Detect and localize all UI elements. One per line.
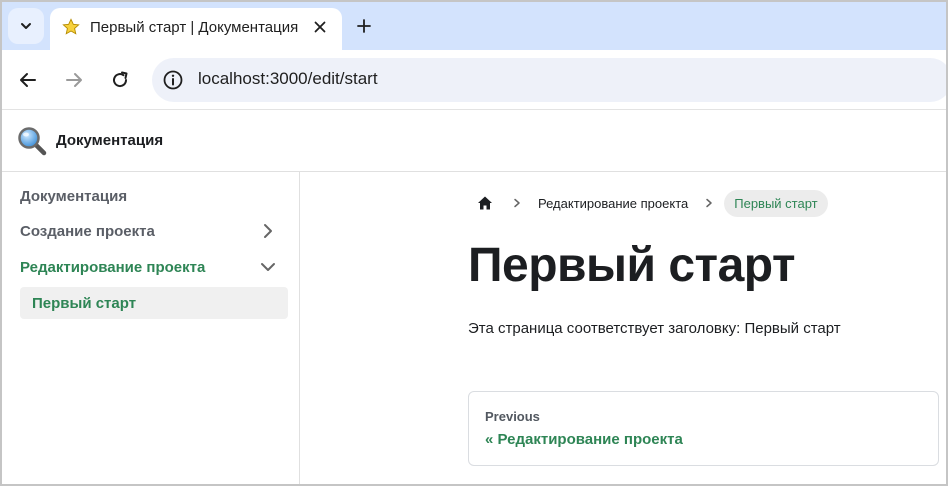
- magnifier-logo-icon[interactable]: [17, 126, 47, 156]
- plus-icon: [357, 19, 371, 33]
- breadcrumb-separator: [502, 188, 532, 218]
- tab-close-button[interactable]: [310, 17, 330, 37]
- url-text: localhost:3000/edit/start: [198, 69, 378, 88]
- chevron-down-icon: [21, 23, 31, 29]
- reload-icon: [113, 71, 128, 88]
- page-title: Первый старт: [468, 239, 795, 292]
- sidebar-item-edit-project[interactable]: Редактирование проекта: [20, 251, 288, 283]
- info-icon[interactable]: [162, 69, 184, 91]
- sidebar-item-create-project[interactable]: Создание проекта: [20, 215, 288, 247]
- chevron-down-icon[interactable]: [258, 257, 278, 277]
- breadcrumb-home-link[interactable]: [468, 188, 502, 218]
- chevron-right-icon[interactable]: [258, 221, 278, 241]
- breadcrumb-current: Первый старт: [724, 189, 828, 217]
- browser-toolbar: localhost:3000/edit/start: [2, 50, 946, 110]
- reload-button[interactable]: [106, 66, 134, 94]
- browser-tab[interactable]: Первый старт | Документация: [50, 8, 342, 50]
- sidebar: Документация Создание проекта Редактиров…: [2, 172, 300, 484]
- new-tab-button[interactable]: [352, 14, 376, 38]
- site-navbar: Документация: [2, 110, 946, 172]
- browser-window: Первый старт | Документация localhost:30…: [0, 0, 948, 486]
- sidebar-item-label: Документация: [20, 187, 128, 205]
- tab-search-button[interactable]: [8, 8, 44, 44]
- tab-strip: Первый старт | Документация: [2, 2, 946, 50]
- forward-button[interactable]: [60, 66, 88, 94]
- sidebar-subitem-label: Первый старт: [32, 294, 137, 312]
- pagination-previous-link[interactable]: Previous « Редактирование проекта: [468, 391, 939, 466]
- close-icon: [314, 21, 326, 33]
- arrow-right-icon: [66, 73, 82, 87]
- chevron-right-icon: [706, 198, 712, 208]
- arrow-left-icon: [20, 73, 36, 87]
- star-icon: [62, 18, 80, 35]
- sidebar-subitem-first-start[interactable]: Первый старт: [20, 287, 288, 319]
- chevron-right-icon: [514, 198, 520, 208]
- breadcrumb: Редактирование проекта Первый старт: [468, 188, 828, 218]
- sidebar-item-label: Редактирование проекта: [20, 258, 206, 276]
- sidebar-item-label: Создание проекта: [20, 222, 155, 240]
- address-bar[interactable]: localhost:3000/edit/start: [152, 58, 946, 102]
- tab-title: Первый старт | Документация: [90, 19, 299, 36]
- breadcrumb-separator: [694, 188, 724, 218]
- sidebar-item-documentation[interactable]: Документация: [20, 180, 288, 212]
- home-icon: [478, 196, 492, 210]
- pagination-sublabel: Previous: [485, 409, 540, 424]
- page-text: Эта страница соответствует заголовку: Пе…: [468, 320, 841, 337]
- pagination-label: « Редактирование проекта: [485, 431, 683, 448]
- site-brand-title[interactable]: Документация: [56, 132, 163, 149]
- back-button[interactable]: [14, 66, 42, 94]
- breadcrumb-edit-project-link[interactable]: Редактирование проекта: [532, 196, 694, 211]
